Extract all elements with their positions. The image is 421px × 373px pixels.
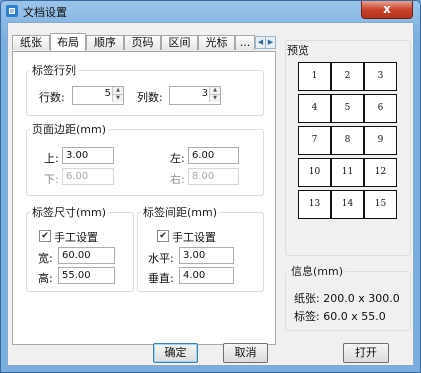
open-button[interactable]: 打开	[343, 343, 389, 363]
label-spacing-legend: 标签间距(mm)	[143, 206, 218, 219]
tab-cursor[interactable]: 光标	[198, 35, 235, 50]
preview-cell: 15	[364, 190, 397, 219]
rows-spinner[interactable]: 5 ▲ ▼	[72, 86, 124, 105]
margin-left-input[interactable]: 6.00	[188, 147, 239, 164]
title-bar[interactable]: 文档设置 x	[1, 1, 420, 21]
margin-right-input[interactable]: 8.00	[188, 168, 239, 185]
info-paper-size: 纸张: 200.0 x 300.0	[294, 292, 400, 305]
cancel-button[interactable]: 取消	[223, 343, 268, 363]
info-label-size: 标签: 60.0 x 55.0	[294, 310, 386, 323]
margin-bottom-label: 下:	[44, 173, 59, 186]
margins-legend: 页面边距(mm)	[32, 123, 107, 136]
spin-down-icon[interactable]: ▼	[112, 95, 123, 102]
tab-order[interactable]: 顺序	[86, 35, 124, 50]
label-size-manual-checkbox[interactable]: ✔	[39, 230, 51, 242]
preview-cell: 11	[331, 158, 364, 187]
preview-cell: 5	[331, 94, 364, 123]
tab-scroll-right-icon[interactable]: ▶	[265, 36, 276, 49]
margin-top-label: 上:	[44, 152, 59, 165]
preview-cell: 4	[298, 94, 331, 123]
margin-left-label: 左:	[170, 152, 185, 165]
preview-cell: 3	[364, 62, 397, 91]
margin-top-input[interactable]: 3.00	[62, 147, 114, 164]
label-size-manual-label: 手工设置	[54, 231, 98, 244]
label-height-label: 高:	[38, 272, 53, 285]
label-size-legend: 标签尺寸(mm)	[32, 206, 107, 219]
margin-bottom-input[interactable]: 6.00	[62, 168, 114, 185]
rows-value: 5	[104, 88, 111, 99]
preview-legend: 预览	[287, 44, 309, 57]
spin-up-icon[interactable]: ▲	[209, 87, 220, 95]
ok-button[interactable]: 确定	[153, 343, 198, 363]
spacing-horizontal-label: 水平:	[148, 252, 174, 265]
spin-down-icon[interactable]: ▼	[209, 95, 220, 102]
tab-range[interactable]: 区间	[161, 35, 198, 50]
label-spacing-manual-checkbox[interactable]: ✔	[157, 230, 169, 242]
preview-cell: 12	[364, 158, 397, 187]
spacing-vertical-label: 垂直:	[148, 272, 174, 285]
spacing-vertical-input[interactable]: 4.00	[179, 267, 234, 284]
preview-cell: 13	[298, 190, 331, 219]
cols-label: 列数:	[137, 91, 163, 104]
app-icon	[5, 4, 19, 18]
tab-layout[interactable]: 布局	[50, 33, 86, 51]
preview-cell: 10	[298, 158, 331, 187]
cols-value: 3	[201, 88, 208, 99]
preview-cell: 1	[298, 62, 331, 91]
preview-cell: 9	[364, 126, 397, 155]
close-button[interactable]: x	[361, 1, 413, 19]
spin-up-icon[interactable]: ▲	[112, 87, 123, 95]
label-width-label: 宽:	[38, 252, 53, 265]
tab-more[interactable]: ...	[235, 35, 255, 50]
rows-label: 行数:	[39, 91, 65, 104]
spacing-horizontal-input[interactable]: 3.00	[179, 247, 234, 264]
tab-paper[interactable]: 纸张	[12, 35, 50, 50]
label-height-input[interactable]: 55.00	[58, 267, 115, 284]
window-title: 文档设置	[23, 6, 67, 19]
preview-cell: 6	[364, 94, 397, 123]
preview-cell: 2	[331, 62, 364, 91]
cols-spinner[interactable]: 3 ▲ ▼	[169, 86, 221, 105]
label-width-input[interactable]: 60.00	[58, 247, 115, 264]
label-spacing-manual-label: 手工设置	[172, 231, 216, 244]
rows-cols-legend: 标签行列	[32, 64, 76, 77]
preview-cell: 7	[298, 126, 331, 155]
preview-cell: 14	[331, 190, 364, 219]
preview-cell: 8	[331, 126, 364, 155]
tab-page-number[interactable]: 页码	[124, 35, 161, 50]
margin-right-label: 右:	[170, 173, 185, 186]
info-legend: 信息(mm)	[291, 265, 344, 278]
